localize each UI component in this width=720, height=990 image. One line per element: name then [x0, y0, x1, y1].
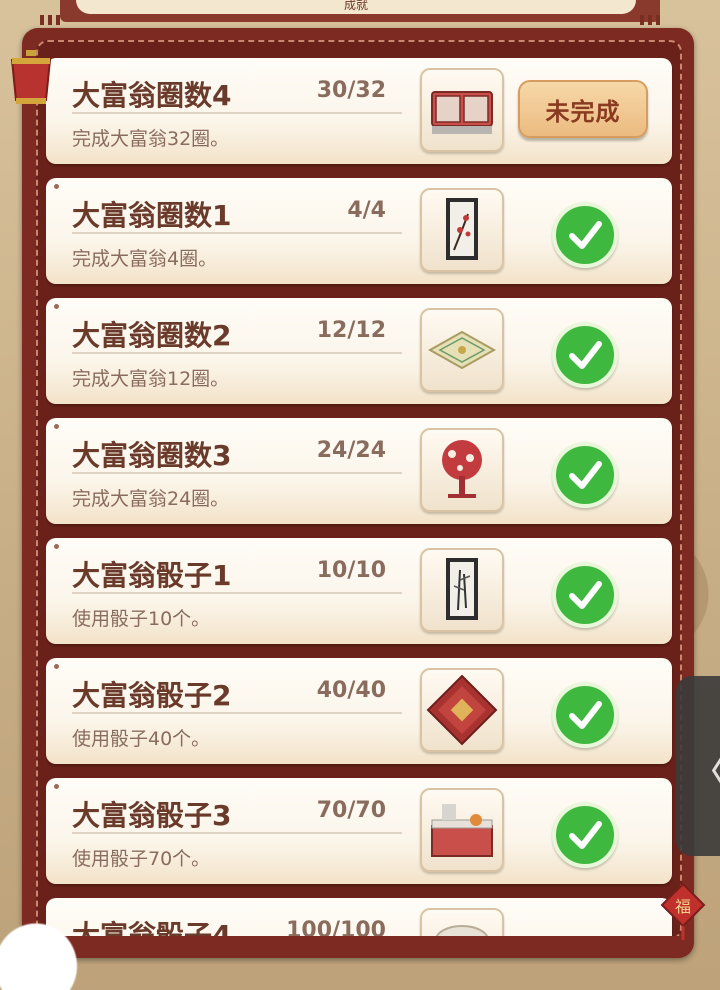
achievement-desc: 完成大富翁32圈。	[72, 128, 230, 150]
bullet-dot	[54, 664, 59, 669]
bullet-dot	[54, 184, 59, 189]
achievement-name: 大富翁圈数2	[72, 319, 232, 352]
chevron-left-icon[interactable]: 〈	[686, 736, 720, 800]
red-tree-paper-cut-icon[interactable]	[420, 428, 504, 512]
panel-bottom-edge	[22, 936, 694, 958]
snow-decoration	[0, 910, 90, 990]
completed-check-icon	[552, 322, 618, 388]
achievement-card[interactable]: 大富翁骰子4 100/100	[46, 898, 672, 936]
achievement-card[interactable]: 大富翁骰子3 70/70 使用骰子70个。	[46, 778, 672, 884]
fu-decoration-icon[interactable]	[420, 668, 504, 752]
achievement-desc: 完成大富翁12圈。	[72, 368, 230, 390]
achievement-card[interactable]: 大富翁骰子2 40/40 使用骰子40个。	[46, 658, 672, 764]
achievement-card[interactable]: 大富翁骰子1 10/10 使用骰子10个。	[46, 538, 672, 644]
achievement-desc: 使用骰子40个。	[72, 728, 211, 750]
completed-check-icon	[552, 562, 618, 628]
divider	[72, 592, 402, 594]
achievement-progress: 12/12	[316, 318, 386, 343]
divider	[72, 352, 402, 354]
divider	[72, 232, 402, 234]
divider	[72, 832, 402, 834]
completed-check-icon	[552, 202, 618, 268]
achievement-progress: 4/4	[347, 198, 386, 223]
achievement-desc: 完成大富翁4圈。	[72, 248, 218, 270]
achievement-progress: 40/40	[316, 678, 386, 703]
lantern-icon	[6, 50, 56, 108]
kitchen-counter-icon[interactable]	[420, 788, 504, 872]
divider	[72, 472, 402, 474]
bullet-dot	[54, 424, 59, 429]
side-collapse-tab[interactable]: 〈	[676, 676, 720, 856]
bamboo-painting-icon[interactable]	[420, 548, 504, 632]
achievement-progress: 30/32	[316, 78, 386, 103]
achievement-progress: 100/100	[286, 918, 386, 936]
achievement-name: 大富翁骰子3	[72, 799, 232, 832]
round-plate-icon[interactable]	[420, 908, 504, 936]
achievement-progress: 70/70	[316, 798, 386, 823]
achievement-name: 大富翁骰子2	[72, 679, 232, 712]
page-title: 成就	[76, 0, 636, 14]
achievement-name: 大富翁骰子1	[72, 559, 232, 592]
title-decoration-left	[40, 10, 80, 25]
achievement-name: 大富翁圈数4	[72, 79, 232, 112]
achievement-card[interactable]: 大富翁圈数2 12/12 完成大富翁12圈。	[46, 298, 672, 404]
divider	[72, 712, 402, 714]
bullet-dot	[54, 544, 59, 549]
plum-blossom-painting-icon[interactable]	[420, 188, 504, 272]
achievement-card[interactable]: 大富翁圈数3 24/24 完成大富翁24圈。	[46, 418, 672, 524]
incomplete-button[interactable]: 未完成	[518, 80, 648, 138]
achievement-card[interactable]: 大富翁圈数4 30/32 完成大富翁32圈。 未完成	[46, 58, 672, 164]
achievement-desc: 使用骰子70个。	[72, 848, 211, 870]
completed-check-icon	[552, 682, 618, 748]
achievement-card[interactable]: 大富翁圈数1 4/4 完成大富翁4圈。	[46, 178, 672, 284]
completed-check-icon	[552, 442, 618, 508]
patterned-rug-icon[interactable]	[420, 308, 504, 392]
achievement-desc: 完成大富翁24圈。	[72, 488, 230, 510]
achievement-name: 大富翁圈数1	[72, 199, 232, 232]
title-decoration-right	[640, 10, 680, 25]
fu-charm-icon: 福	[660, 882, 706, 942]
divider	[72, 112, 402, 114]
completed-check-icon	[552, 802, 618, 868]
achievement-name: 大富翁圈数3	[72, 439, 232, 472]
bullet-dot	[54, 304, 59, 309]
achievement-progress: 24/24	[316, 438, 386, 463]
bullet-dot	[54, 784, 59, 789]
red-cabinet-icon[interactable]	[420, 68, 504, 152]
achievement-progress: 10/10	[316, 558, 386, 583]
achievement-name: 大富翁骰子4	[72, 919, 232, 936]
achievement-desc: 使用骰子10个。	[72, 608, 211, 630]
fu-character: 福	[675, 897, 691, 916]
achievement-list[interactable]: 大富翁圈数4 30/32 完成大富翁32圈。 未完成 大富翁圈数1 4/4 完成…	[46, 58, 674, 936]
